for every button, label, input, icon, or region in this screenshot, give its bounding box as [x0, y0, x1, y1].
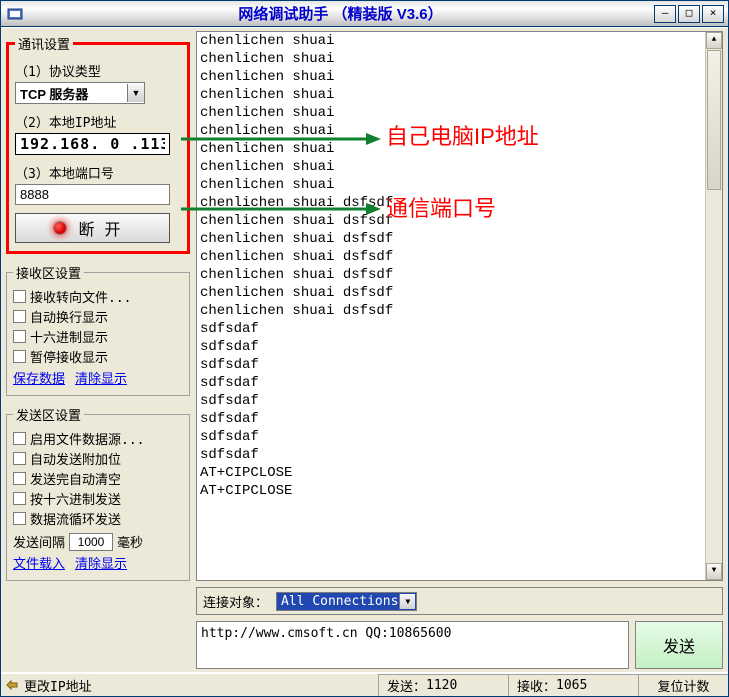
minimize-button[interactable]: – [654, 5, 676, 23]
hex-display-checkbox[interactable]: 十六进制显示 [13, 327, 183, 346]
file-source-checkbox[interactable]: 启用文件数据源... [13, 429, 183, 448]
window-title: 网络调试助手 （精装版 V3.6） [27, 3, 654, 24]
comm-settings-group: 通讯设置 （1）协议类型 TCP 服务器 ▼ （2）本地IP地址 （3）本地端口… [6, 34, 190, 254]
connection-target-row: 连接对象： All Connections [196, 587, 723, 615]
auto-clear-checkbox[interactable]: 发送完自动清空 [13, 469, 183, 488]
send-settings-group: 发送区设置 启用文件数据源... 自动发送附加位 发送完自动清空 按十六进制发送… [6, 405, 190, 581]
pause-recv-checkbox[interactable]: 暂停接收显示 [13, 347, 183, 366]
send-input[interactable]: http://www.cmsoft.cn QQ:10865600 [196, 621, 629, 669]
connection-target-label: 连接对象： [203, 592, 268, 611]
status-rx: 接收：1065 [508, 674, 638, 696]
load-file-link[interactable]: 文件载入 [13, 553, 65, 572]
disconnect-button[interactable]: 断开 [15, 213, 170, 243]
connection-target-select[interactable]: All Connections [276, 592, 417, 611]
local-port-input[interactable] [15, 184, 170, 205]
auto-wrap-checkbox[interactable]: 自动换行显示 [13, 307, 183, 326]
receive-textarea[interactable]: chenlichen shuai chenlichen shuai chenli… [196, 31, 723, 581]
protocol-label: （1）协议类型 [15, 61, 181, 80]
loop-send-checkbox[interactable]: 数据流循环发送 [13, 509, 183, 528]
scroll-thumb[interactable] [707, 50, 721, 190]
maximize-button[interactable]: □ [678, 5, 700, 23]
disconnect-label: 断开 [78, 216, 130, 240]
statusbar: 更改IP地址 发送：1120 接收：1065 复位计数 [1, 672, 728, 696]
left-panel: 通讯设置 （1）协议类型 TCP 服务器 ▼ （2）本地IP地址 （3）本地端口… [4, 31, 192, 669]
auto-append-checkbox[interactable]: 自动发送附加位 [13, 449, 183, 468]
local-ip-label: （2）本地IP地址 [15, 112, 181, 131]
titlebar: 网络调试助手 （精装版 V3.6） – □ × [1, 1, 728, 27]
scrollbar[interactable]: ▲ ▼ [705, 32, 722, 580]
hand-icon [5, 678, 19, 692]
close-button[interactable]: × [702, 5, 724, 23]
send-settings-title: 发送区设置 [13, 405, 84, 424]
interval-label-pre: 发送间隔 [13, 532, 65, 551]
local-port-label: （3）本地端口号 [15, 163, 181, 182]
hex-send-checkbox[interactable]: 按十六进制发送 [13, 489, 183, 508]
save-data-link[interactable]: 保存数据 [13, 368, 65, 387]
clear-recv-link[interactable]: 清除显示 [75, 368, 127, 387]
comm-settings-title: 通讯设置 [15, 34, 73, 53]
connection-status-icon [54, 222, 66, 234]
receive-settings-title: 接收区设置 [13, 263, 84, 282]
recv-to-file-checkbox[interactable]: 接收转向文件... [13, 287, 183, 306]
interval-label-post: 毫秒 [117, 532, 143, 551]
app-window: 网络调试助手 （精装版 V3.6） – □ × 通讯设置 （1）协议类型 TCP… [0, 0, 729, 697]
scroll-up-button[interactable]: ▲ [706, 32, 722, 49]
interval-input[interactable] [69, 533, 113, 551]
status-change-ip[interactable]: 更改IP地址 [1, 676, 378, 695]
right-panel: chenlichen shuai chenlichen shuai chenli… [196, 31, 723, 669]
receive-settings-group: 接收区设置 接收转向文件... 自动换行显示 十六进制显示 暂停接收显示 保存数… [6, 263, 190, 396]
protocol-value: TCP 服务器 [20, 84, 88, 103]
scroll-down-button[interactable]: ▼ [706, 563, 722, 580]
reset-counter-button[interactable]: 复位计数 [638, 674, 728, 696]
clear-send-link[interactable]: 清除显示 [75, 553, 127, 572]
protocol-select[interactable]: TCP 服务器 ▼ [15, 82, 145, 104]
dropdown-arrow-icon: ▼ [127, 84, 144, 102]
app-icon [7, 6, 23, 22]
client-area: 通讯设置 （1）协议类型 TCP 服务器 ▼ （2）本地IP地址 （3）本地端口… [1, 27, 728, 672]
local-ip-input[interactable] [15, 133, 170, 155]
send-button[interactable]: 发送 [635, 621, 723, 669]
status-tx: 发送：1120 [378, 674, 508, 696]
